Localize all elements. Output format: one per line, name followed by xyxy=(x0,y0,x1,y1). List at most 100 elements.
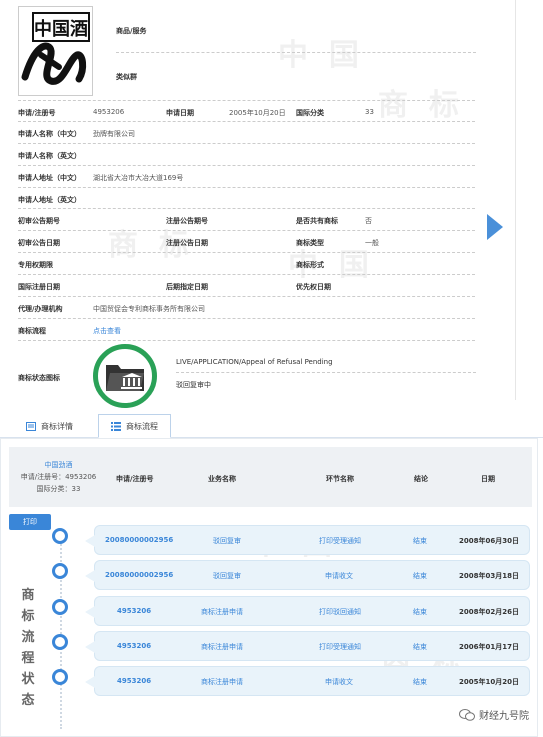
tab-trademark-details[interactable]: 商标详情 xyxy=(14,414,85,438)
flow-business-name: 商标注册申请 xyxy=(201,678,243,686)
divider xyxy=(18,121,475,122)
agency-label: 代理/办理机构 xyxy=(18,305,63,313)
flow-step-name: 打印受理通知 xyxy=(319,537,361,545)
tab-bar: 商标详情 商标流程 xyxy=(0,410,543,438)
divider xyxy=(18,165,475,166)
title-char: 商 xyxy=(21,588,35,603)
title-char: 标 xyxy=(21,609,35,624)
reg-number-label: 申请/注册号 xyxy=(18,109,56,117)
goods-services-label: 商品/服务 xyxy=(116,27,147,35)
divider xyxy=(18,100,475,101)
summary-intl-class: 国际分类：33 xyxy=(36,485,81,493)
later-designation-date-label: 后期指定日期 xyxy=(166,283,208,291)
flow-step-name: 打印受理通知 xyxy=(319,643,361,651)
wechat-watermark: 财经九号院 xyxy=(459,707,529,722)
mark-type-label: 商标类型 xyxy=(296,239,324,247)
status-english: LIVE/APPLICATION/Appeal of Refusal Pendi… xyxy=(176,358,333,366)
trademark-summary: 中国劲酒 申请/注册号：4953206 国际分类：33 xyxy=(9,447,108,507)
header-reg-number: 申请/注册号 xyxy=(116,475,154,483)
print-button[interactable]: 打印 xyxy=(9,514,51,530)
divider xyxy=(18,143,475,144)
status-folder-icon xyxy=(93,344,157,408)
trademark-logo: 中国酒 xyxy=(18,6,93,96)
exclusive-period-label: 专用权期限 xyxy=(18,261,53,269)
flow-business-name: 商标注册申请 xyxy=(201,643,243,651)
trademark-name[interactable]: 中国劲酒 xyxy=(9,459,108,471)
flow-reg-number[interactable]: 20080000002956 xyxy=(105,571,173,579)
divider xyxy=(18,274,475,275)
wechat-icon xyxy=(459,708,475,721)
divider xyxy=(116,52,476,53)
flow-reg-number[interactable]: 20080000002956 xyxy=(105,536,173,544)
next-arrow-icon[interactable] xyxy=(487,214,503,240)
flow-reg-number[interactable]: 4953206 xyxy=(117,607,151,615)
flow-business-name: 商标注册申请 xyxy=(201,608,243,616)
flow-step-name: 申请收文 xyxy=(325,678,353,686)
flow-result: 结束 xyxy=(413,643,427,651)
tab-label: 商标详情 xyxy=(41,421,73,431)
divider xyxy=(18,318,475,319)
intl-class-value: 33 xyxy=(365,108,374,116)
priority-date-label: 优先权日期 xyxy=(296,283,331,291)
applicant-name-cn-label: 申请人名称（中文） xyxy=(18,130,81,138)
trademark-flow-section: 中 国 商 标 中国劲酒 申请/注册号：4953206 国际分类：33 申请/注… xyxy=(0,438,543,737)
flow-reg-number[interactable]: 4953206 xyxy=(117,642,151,650)
flow-step-name: 打印驳回通知 xyxy=(319,608,361,616)
flow-date: 2008年06月30日 xyxy=(459,537,519,545)
flow-date: 2006年01月17日 xyxy=(459,643,519,651)
divider xyxy=(18,340,475,341)
tab-trademark-process[interactable]: 商标流程 xyxy=(98,414,171,438)
title-char: 状 xyxy=(21,672,35,687)
view-process-link[interactable]: 点击查看 xyxy=(93,326,121,336)
flow-result: 结束 xyxy=(413,678,427,686)
shared-mark-value: 否 xyxy=(365,217,372,225)
flow-date: 2008年02月26日 xyxy=(459,608,519,616)
flow-row: 20080000002956 驳回复审 申请收文 结束 2008年03月18日 xyxy=(85,560,530,590)
apply-date-label: 申请日期 xyxy=(166,109,194,117)
timeline-dot xyxy=(52,599,68,615)
summary-reg-number: 申请/注册号：4953206 xyxy=(20,473,97,481)
header-step-name: 环节名称 xyxy=(326,475,354,483)
flow-row: 4953206 商标注册申请 打印驳回通知 结束 2008年02月26日 xyxy=(85,596,530,626)
flow-business-name: 驳回复审 xyxy=(213,572,241,580)
timeline-dot xyxy=(52,528,68,544)
intl-class-label: 国际分类 xyxy=(296,109,324,117)
wechat-account-name: 财经九号院 xyxy=(479,711,529,722)
flow-date: 2008年03月18日 xyxy=(459,572,519,580)
trademark-detail-panel: 中 国 商 标 商 标 中 国 中国酒 商品/服务 类似群 申请/注册号 495… xyxy=(0,0,543,408)
timeline-dot xyxy=(52,669,68,685)
flow-reg-number[interactable]: 4953206 xyxy=(117,677,151,685)
flow-date: 2005年10月20日 xyxy=(459,678,519,686)
applicant-name-en-label: 申请人名称（英文） xyxy=(18,152,81,160)
applicant-name-cn-value: 劲牌有限公司 xyxy=(93,130,135,138)
prelim-pub-date-label: 初审公告日期 xyxy=(18,239,60,247)
apply-date-value: 2005年10月20日 xyxy=(229,109,286,117)
flow-row: 20080000002956 驳回复审 打印受理通知 结束 2008年06月30… xyxy=(85,525,530,555)
divider xyxy=(18,208,475,209)
flow-table-header: 申请/注册号 业务名称 环节名称 结论 日期 xyxy=(108,447,532,507)
flow-result: 结束 xyxy=(413,537,427,545)
mark-type-value: 一般 xyxy=(365,239,379,247)
flow-step-name: 申请收文 xyxy=(325,572,353,580)
agency-value: 中国贸促会专利商标事务所有限公司 xyxy=(93,305,205,313)
header-date: 日期 xyxy=(481,475,495,483)
applicant-address-en-label: 申请人地址（英文） xyxy=(18,196,81,204)
status-chinese: 驳回复审中 xyxy=(176,381,211,389)
flow-business-name: 驳回复审 xyxy=(213,537,241,545)
divider xyxy=(18,187,475,188)
reg-pub-number-label: 注册公告期号 xyxy=(166,217,208,225)
timeline-dot xyxy=(52,634,68,650)
tab-label: 商标流程 xyxy=(126,421,158,431)
header-business-name: 业务名称 xyxy=(208,475,236,483)
divider xyxy=(18,252,475,253)
mark-form-label: 商标形式 xyxy=(296,261,324,269)
flow-row: 4953206 商标注册申请 申请收文 结束 2005年10月20日 xyxy=(85,666,530,696)
prelim-pub-number-label: 初审公告期号 xyxy=(18,217,60,225)
flow-result: 结束 xyxy=(413,572,427,580)
reg-number-value: 4953206 xyxy=(93,108,125,116)
trademark-process-label: 商标流程 xyxy=(18,327,46,335)
shared-mark-label: 是否共有商标 xyxy=(296,217,338,225)
flow-row: 4953206 商标注册申请 打印受理通知 结束 2006年01月17日 xyxy=(85,631,530,661)
flow-status-vertical-title: 商 标 流 程 状 态 xyxy=(17,585,39,711)
header-result: 结论 xyxy=(414,475,428,483)
